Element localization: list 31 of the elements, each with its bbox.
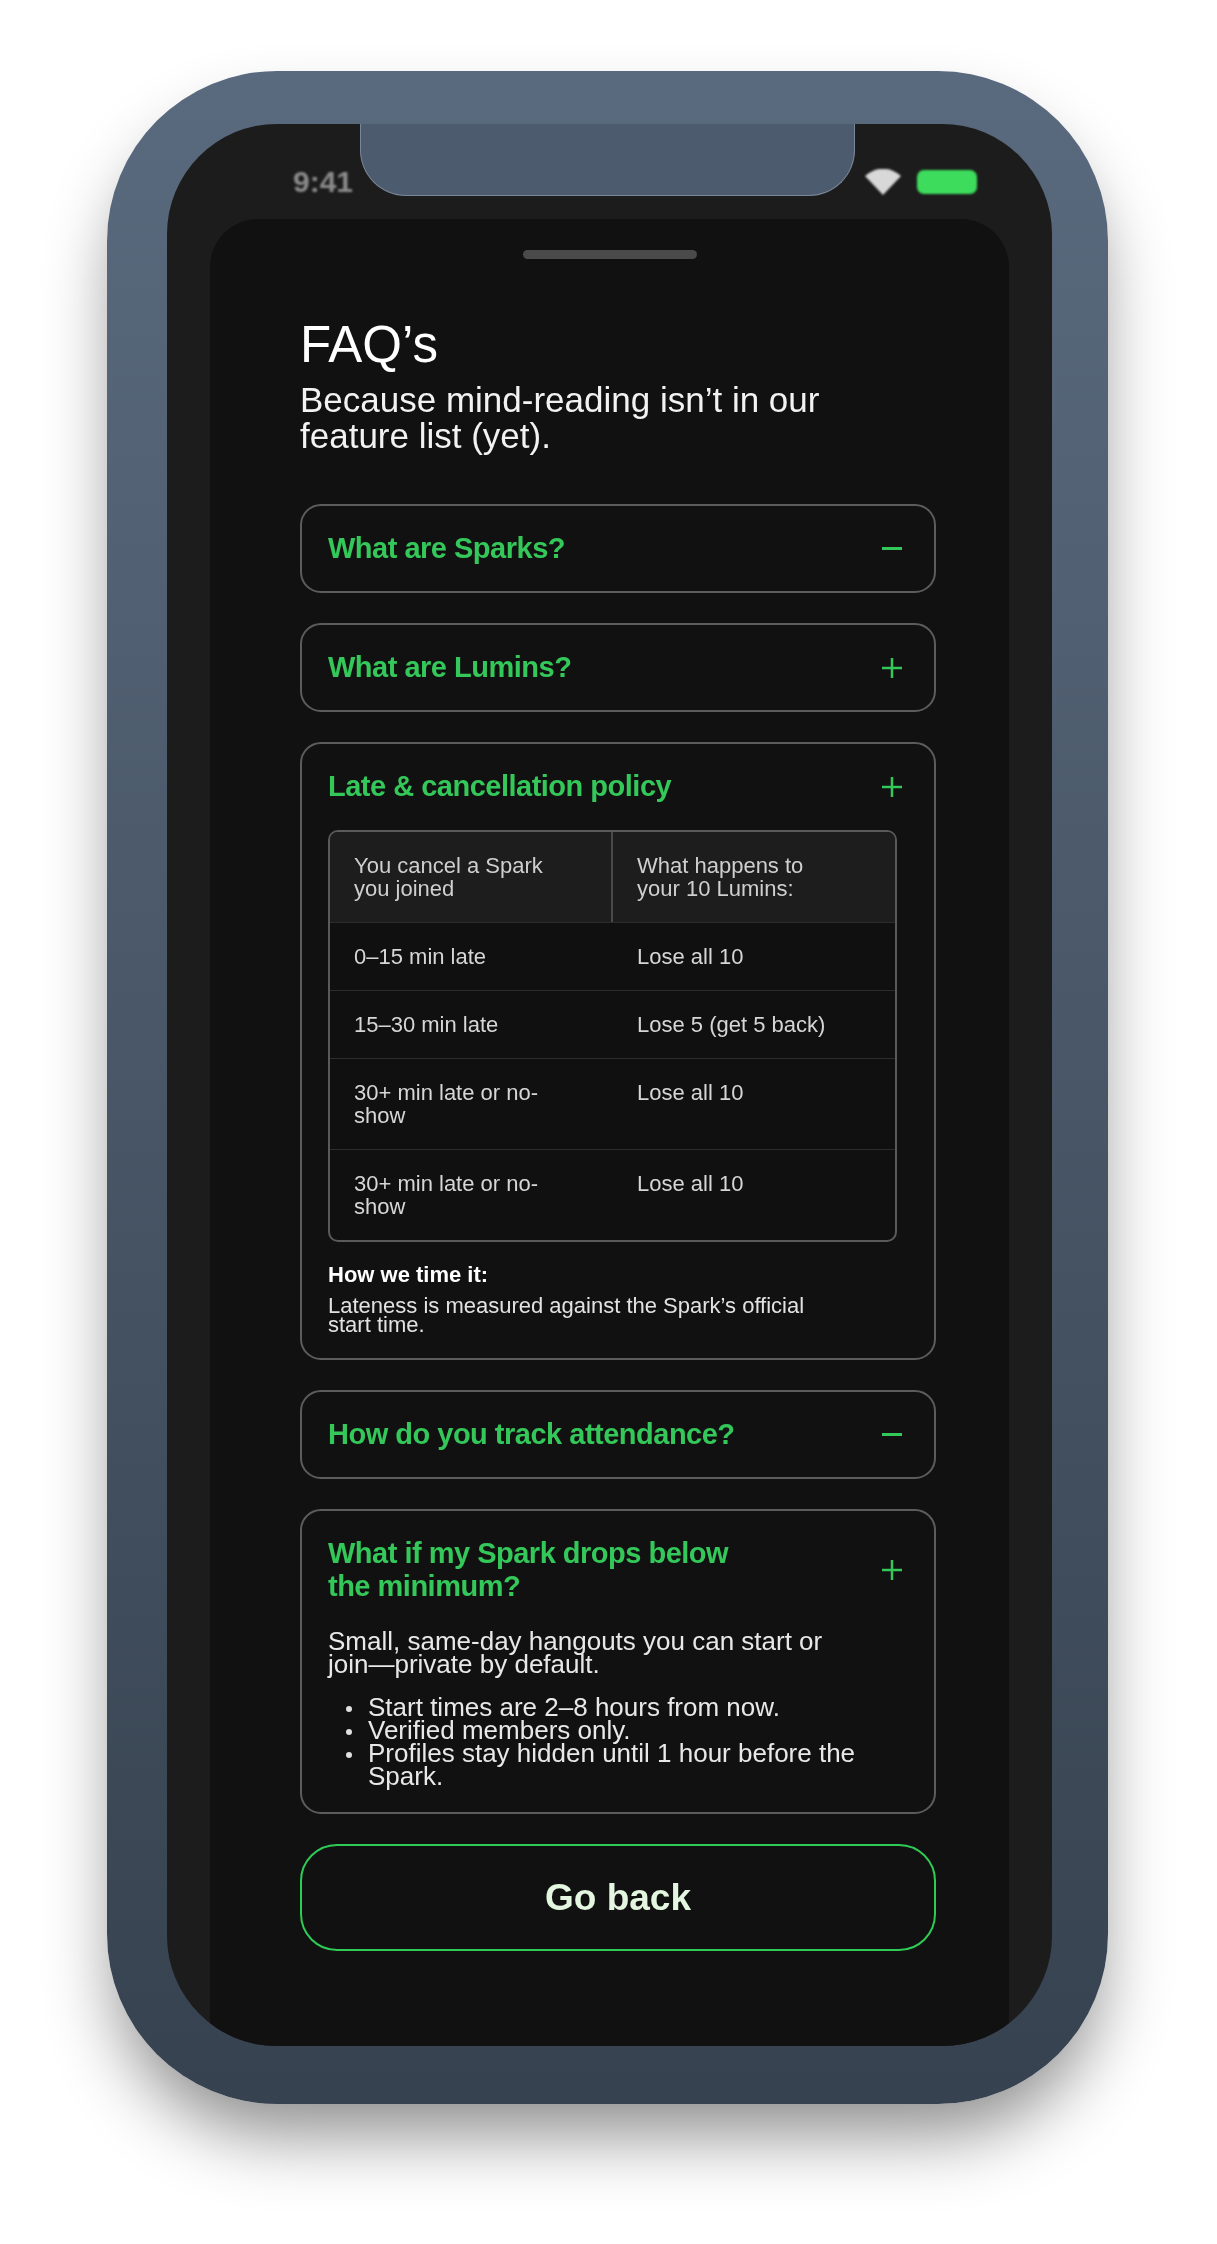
table-cell-text: 15–30 min late	[353, 1011, 500, 1039]
table-cell-text: Lose all 10	[636, 943, 745, 971]
page-title: FAQ’s	[300, 317, 439, 373]
go-back-button[interactable]: Go back	[300, 1844, 936, 1951]
bullet-text: Verified members only.	[368, 1719, 631, 1742]
faq-question-button[interactable]: Late & cancellation policy	[302, 744, 934, 829]
bullet-text: Profiles stay hidden until 1 hour before the Spark.	[368, 1742, 857, 1788]
faq-question-button[interactable]: What are Sparks?	[302, 506, 934, 591]
table-cell-text: Lose all 10	[636, 1170, 745, 1198]
battery-icon	[917, 169, 977, 194]
answer-text: Small, same-day hangouts you can start or join—private by default.	[328, 1630, 824, 1676]
faq-question-button[interactable]: How do you track attendance?	[302, 1392, 934, 1477]
drag-handle[interactable]	[522, 250, 697, 259]
status-time: 9:41	[293, 165, 354, 198]
faq-question-button[interactable]: What if my Spark drops below the minimum?	[302, 1511, 934, 1629]
page-subtitle: Because mind-reading isn’t in our feature list (yet).	[300, 382, 821, 454]
note-text: Lateness is measured against the Spark’s official start time.	[328, 1296, 806, 1334]
bullet-text: Start times are 2–8 hours from now.	[368, 1696, 780, 1719]
table-cell-text: Lose 5 (get 5 back)	[636, 1011, 827, 1039]
table-cell-text: 0–15 min late	[353, 943, 488, 971]
wifi-icon	[865, 168, 901, 195]
table-header-cell: What happens to your 10 Lumins:	[613, 832, 895, 922]
table-cell-text: 30+ min late or no-show	[353, 1079, 540, 1130]
faq-question-button[interactable]: What are Lumins?	[302, 625, 934, 710]
note-heading: How we time it:	[328, 1264, 490, 1286]
bullet-icon	[346, 1706, 352, 1712]
bullet-icon	[346, 1729, 352, 1735]
table-cell-text: 30+ min late or no-show	[353, 1170, 540, 1221]
table-header-cell: You cancel a Spark you joined	[330, 832, 613, 922]
bullet-icon	[346, 1752, 352, 1758]
table-cell-text: Lose all 10	[636, 1079, 745, 1107]
